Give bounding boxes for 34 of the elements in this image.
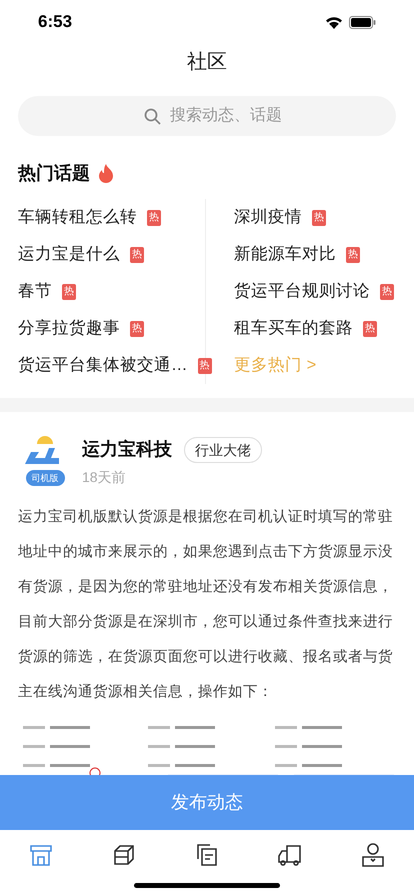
search-field[interactable]: 搜索动态、话题 xyxy=(18,96,396,136)
topic-link[interactable]: 深圳疫情 xyxy=(234,205,302,230)
page-title: 社区 xyxy=(187,50,227,75)
topic-link[interactable]: 货运平台集体被交通… xyxy=(18,353,188,378)
hot-badge: 热 xyxy=(130,246,144,262)
status-time: 6:53 xyxy=(38,11,72,34)
store-icon xyxy=(28,842,54,868)
wifi-icon xyxy=(325,16,343,28)
section-title: 热门话题 xyxy=(18,162,90,185)
battery-icon xyxy=(349,16,376,28)
topic-link[interactable]: 运力宝是什么 xyxy=(18,242,120,267)
topic-link[interactable]: 分享拉货趣事 xyxy=(18,316,120,341)
topic-link[interactable]: 租车买车的套路 xyxy=(234,316,353,341)
hot-badge: 热 xyxy=(346,246,360,262)
topic-link[interactable]: 货运平台规则讨论 xyxy=(234,279,370,304)
author-name: 运力宝科技 xyxy=(82,438,172,461)
post-time: 18天前 xyxy=(82,468,127,487)
hot-badge: 热 xyxy=(380,284,394,300)
author-tag: 行业大佬 xyxy=(184,436,262,462)
topic-link[interactable]: 新能源车对比 xyxy=(234,242,336,267)
version-badge: 司机版 xyxy=(26,470,64,486)
hot-badge: 热 xyxy=(198,358,212,374)
hot-badge: 热 xyxy=(147,210,161,226)
hot-badge: 热 xyxy=(363,320,377,336)
flame-icon xyxy=(98,164,114,184)
hot-badge: 热 xyxy=(130,320,144,336)
hot-badge: 热 xyxy=(312,210,326,226)
topic-link[interactable]: 春节 xyxy=(18,279,52,304)
post-body: 运力宝司机版默认货源是根据您在司机认证时填写的常驻地址中的城市来展示的，如果您遇到点击下方货源显示没有货源，是因为您的常驻地址还没有发布相关货源信息，目前大部分货源是在深圳市，您可以通过条件查找来进行货源的筛选，在货源页面您可以进行收藏、报名或者与货主在线沟通货源相关信息，操作如下： xyxy=(18,508,394,702)
person-icon xyxy=(360,842,386,868)
truck-icon xyxy=(276,842,303,868)
search-icon xyxy=(144,108,161,125)
hot-badge: 热 xyxy=(62,284,76,300)
topic-link[interactable]: 车辆转租怎么转 xyxy=(18,205,137,230)
